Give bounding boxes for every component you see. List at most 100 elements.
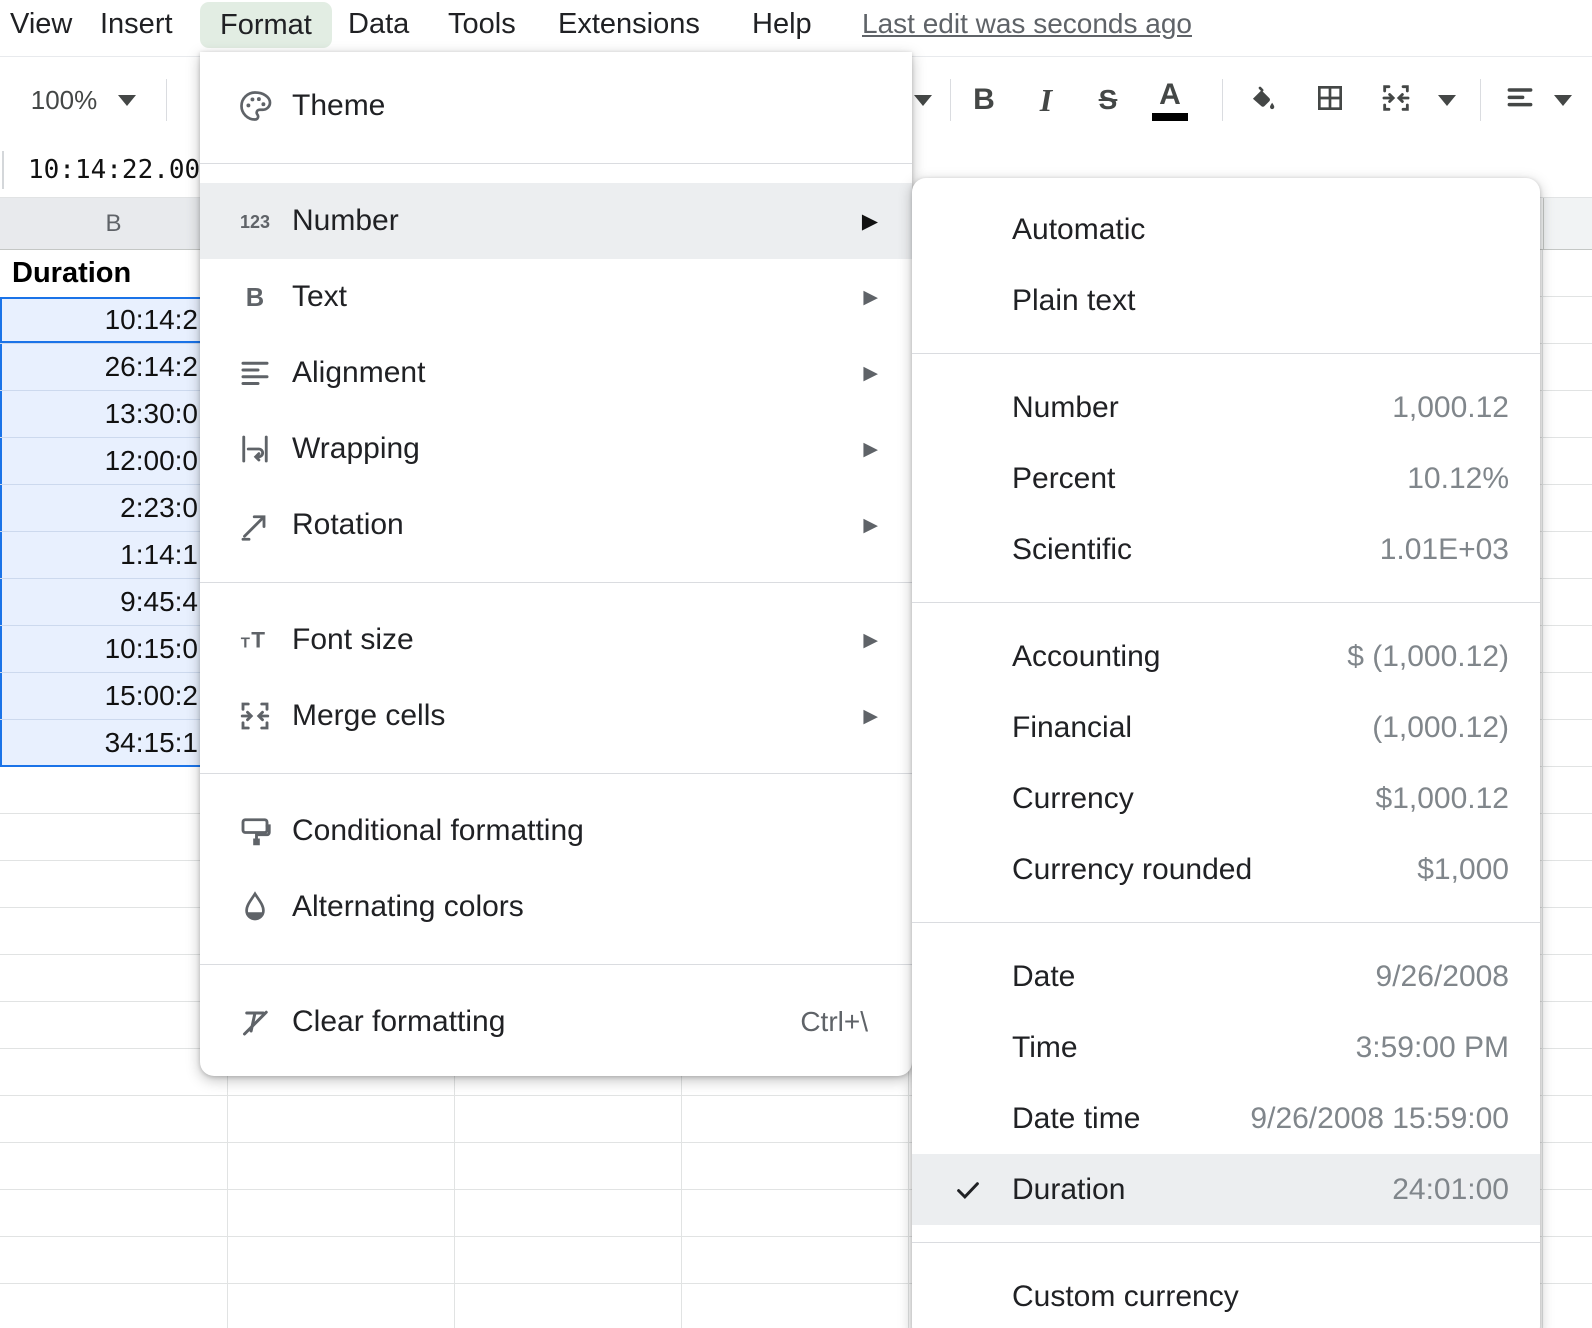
menu-item-alternating-colors[interactable]: Alternating colors [200,869,912,945]
merge-caret-icon[interactable] [1432,57,1462,143]
menubar: View Insert Format Data Tools Extensions Help … [0,0,1592,57]
submenu-item-plain-text[interactable]: Plain text [912,265,1540,336]
strikethrough-button[interactable]: S [1086,57,1130,143]
toolbar-divider [950,79,951,121]
svg-text:T: T [241,635,250,652]
submenu-arrow-icon: ▶ [863,514,878,536]
text-wrap-icon [236,430,274,468]
column-header-next[interactable] [1543,198,1592,249]
borders-icon [1314,82,1346,119]
merge-cells-button[interactable] [1372,57,1420,143]
menu-item-wrapping[interactable]: Wrapping ▶ [200,411,912,487]
menu-item-label: Font size [292,623,414,656]
fill-color-button[interactable] [1238,57,1286,143]
table-row[interactable]: 2:23:0 [0,485,228,532]
bold-button[interactable]: B [962,57,1006,143]
submenu-item-currency[interactable]: Currency $1,000.12 [912,763,1540,834]
submenu-arrow-icon: ▶ [863,629,878,651]
format-example: 9/26/2008 [1375,959,1509,993]
format-example: $1,000.12 [1375,781,1509,815]
submenu-item-duration[interactable]: Duration 24:01:00 [912,1154,1540,1225]
clear-formatting-icon [236,1003,274,1041]
submenu-item-currency-rounded[interactable]: Currency rounded $1,000 [912,834,1540,905]
submenu-item-automatic[interactable]: Automatic [912,194,1540,265]
submenu-item-label: Percent [1012,461,1116,495]
italic-button[interactable]: I [1024,57,1068,143]
table-row[interactable]: 13:30:0 [0,391,228,438]
menu-item-conditional-formatting[interactable]: Conditional formatting [200,793,912,869]
menu-item-number[interactable]: 123 Number ▶ [200,183,912,259]
menu-divider [912,353,1540,354]
table-row[interactable]: 10:14:2 [0,297,228,344]
last-edit-link[interactable]: Last edit was seconds ago [862,0,1192,48]
submenu-arrow-icon: ▶ [863,438,878,460]
submenu-item-date[interactable]: Date 9/26/2008 [912,941,1540,1012]
text-color-button[interactable]: A [1148,57,1192,143]
header-cell-duration[interactable]: Duration [0,250,228,297]
menu-item-label: Text [292,280,348,313]
menu-item-label: Number [292,204,399,237]
font-size-caret-icon[interactable] [908,57,938,143]
formula-input[interactable]: 10:14:22.00 [28,143,200,197]
bold-icon: B [973,83,995,116]
menu-item-label: Alignment [292,356,426,389]
submenu-item-percent[interactable]: Percent 10.12% [912,443,1540,514]
submenu-item-date-time[interactable]: Date time 9/26/2008 15:59:00 [912,1083,1540,1154]
menu-item-merge-cells[interactable]: Merge cells ▶ [200,678,912,754]
submenu-item-label: Date [1012,959,1076,993]
menu-item-font-size[interactable]: TT Font size ▶ [200,602,912,678]
submenu-item-label: Plain text [1012,283,1136,317]
align-caret-icon[interactable] [1548,57,1578,143]
fill-color-icon [1246,82,1278,119]
menu-divider [200,163,912,164]
submenu-item-custom-currency[interactable]: Custom currency [912,1261,1540,1328]
submenu-item-time[interactable]: Time 3:59:00 PM [912,1012,1540,1083]
submenu-item-number[interactable]: Number 1,000.12 [912,372,1540,443]
format-example: 24:01:00 [1392,1172,1509,1206]
menu-divider [912,1242,1540,1243]
submenu-item-financial[interactable]: Financial (1,000.12) [912,692,1540,763]
submenu-item-scientific[interactable]: Scientific 1.01E+03 [912,514,1540,585]
submenu-item-label: Accounting [1012,639,1161,673]
submenu-item-label: Time [1012,1030,1078,1064]
table-row[interactable]: 1:14:1 [0,532,228,579]
menubar-item-help[interactable]: Help [752,0,812,48]
text-color-icon: A [1152,79,1188,121]
menu-item-rotation[interactable]: Rotation ▶ [200,487,912,563]
menu-item-alignment[interactable]: Alignment ▶ [200,335,912,411]
menu-shortcut: Ctrl+\ [800,1006,868,1037]
strikethrough-icon: S [1098,84,1118,115]
borders-button[interactable] [1306,57,1354,143]
table-row[interactable]: 10:15:0 [0,626,228,673]
number-submenu: Automatic Plain text Number 1,000.12 Per… [912,178,1540,1328]
submenu-item-accounting[interactable]: Accounting $ (1,000.12) [912,621,1540,692]
menu-item-label: Alternating colors [292,890,524,923]
zoom-control[interactable]: 100% [24,57,104,143]
menu-item-clear-formatting[interactable]: Clear formatting Ctrl+\ [200,984,912,1060]
table-row[interactable]: 15:00:2 [0,673,228,720]
menubar-item-tools[interactable]: Tools [448,0,516,48]
format-example: 1.01E+03 [1379,532,1509,566]
menubar-item-data[interactable]: Data [348,0,409,48]
table-row[interactable]: 34:15:1 [0,720,228,767]
table-row[interactable]: 9:45:4 [0,579,228,626]
formula-bar-divider [2,151,4,189]
column-header-b[interactable]: B [0,198,228,249]
menu-item-label: Wrapping [292,432,420,465]
horizontal-align-button[interactable] [1496,57,1544,143]
submenu-arrow-icon: ▶ [863,286,878,308]
menubar-item-insert[interactable]: Insert [100,0,173,48]
menubar-item-view[interactable]: View [10,0,72,48]
menubar-item-format[interactable]: Format [200,2,332,48]
format-example: $ (1,000.12) [1347,639,1509,673]
number-submenu-items: Automatic Plain text Number 1,000.12 Per… [912,194,1540,1328]
selected-range[interactable]: 10:14:2 26:14:2 13:30:0 12:00:0 2:23:0 1:14:1… [0,297,228,767]
zoom-caret-icon[interactable] [112,57,142,143]
menu-item-theme[interactable]: Theme [200,68,912,144]
gridline [1542,250,1543,1328]
table-row[interactable]: 12:00:0 [0,438,228,485]
table-row[interactable]: 26:14:2 [0,344,228,391]
menubar-item-extensions[interactable]: Extensions [558,0,700,48]
menu-item-text[interactable]: B Text ▶ [200,259,912,335]
menu-divider [200,582,912,583]
